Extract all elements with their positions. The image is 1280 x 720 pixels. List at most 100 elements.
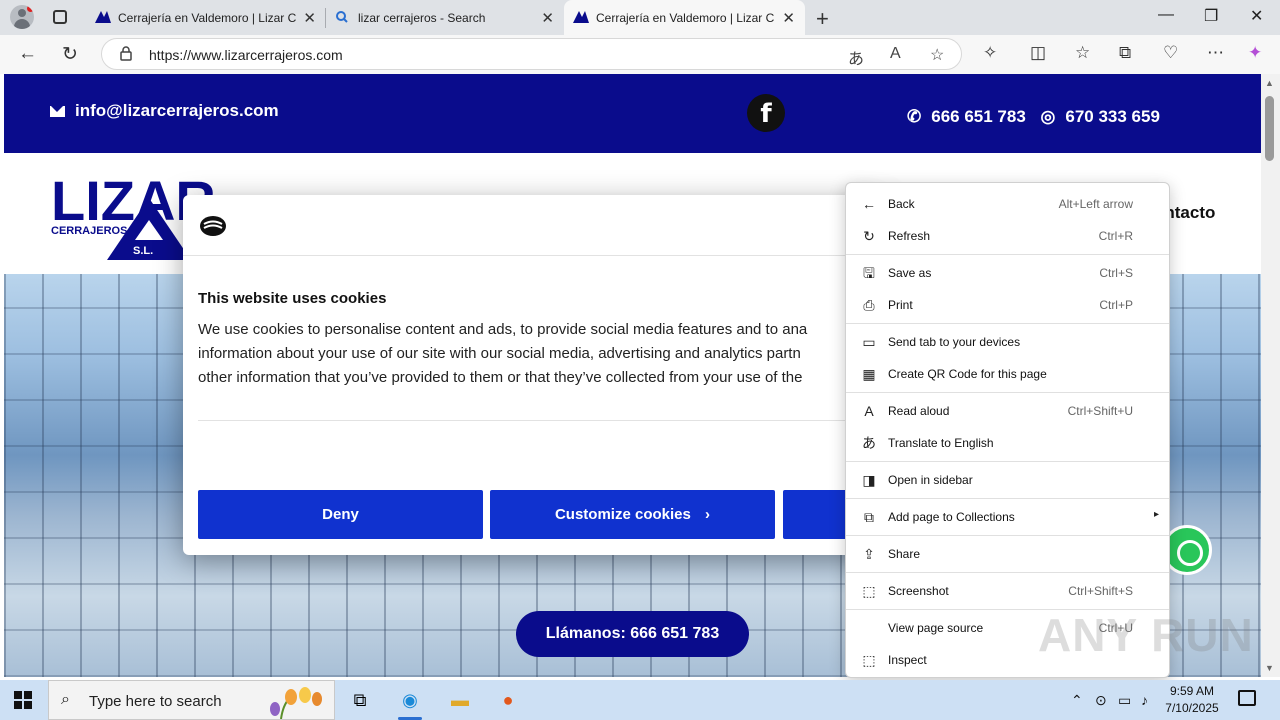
read-aloud-icon[interactable]: A (890, 45, 901, 63)
menu-item-add-to-collections[interactable]: ⧉ Add page to Collections ▸ (846, 502, 1169, 532)
context-menu: ← Back Alt+Left arrow ↻ Refresh Ctrl+R 🖫… (845, 182, 1170, 678)
customize-cookies-button[interactable]: Customize cookies › (490, 490, 775, 539)
menu-item-refresh[interactable]: ↻ Refresh Ctrl+R (846, 221, 1169, 251)
url-text[interactable]: https://www.lizarcerrajeros.com (149, 47, 343, 63)
cookie-description: We use cookies to personalise content an… (198, 318, 878, 390)
menu-item-screenshot[interactable]: ⬚ Screenshot Ctrl+Shift+S (846, 576, 1169, 606)
menu-item-qr-code[interactable]: ▦ Create QR Code for this page (846, 359, 1169, 389)
menu-item-save-as[interactable]: 🖫 Save as Ctrl+S (846, 258, 1169, 288)
taskbar-search-placeholder: Type here to search (89, 693, 222, 710)
tab-1[interactable]: Cerrajería en Valdemoro | Lizar Ce ✕ (86, 0, 326, 35)
facebook-icon[interactable]: f (747, 94, 785, 132)
screenshot-icon: ⬚ (862, 583, 876, 599)
task-view-icon[interactable]: ⧉ (340, 685, 380, 715)
menu-label: Send tab to your devices (888, 335, 1021, 349)
menu-label: Screenshot (888, 584, 949, 598)
file-explorer-icon[interactable]: ▬ (440, 685, 480, 715)
address-bar[interactable]: https://www.lizarcerrajeros.com あ A ☆ (101, 38, 962, 70)
site-top-bar: info@lizarcerrajeros.com f ✆ 666 651 783 … (4, 74, 1261, 153)
tab-3-active[interactable]: Cerrajería en Valdemoro | Lizar Ce ✕ (564, 0, 805, 35)
tab-close-icon[interactable]: ✕ (541, 9, 554, 27)
save-as-icon: 🖫 (863, 265, 875, 281)
menu-shortcut: Ctrl+Shift+S (1068, 584, 1133, 598)
new-tab-button[interactable]: + (816, 6, 829, 32)
send-tab-icon: ▭ (862, 334, 876, 350)
restore-button[interactable]: ❐ (1204, 6, 1218, 26)
menu-label: Share (888, 547, 921, 561)
edge-taskbar-icon[interactable]: ◉ (390, 685, 430, 720)
browser-essentials-icon[interactable]: ♡ (1163, 43, 1178, 63)
tab-actions-icon[interactable] (50, 8, 70, 26)
menu-label: Print (888, 298, 913, 312)
tab-2[interactable]: lizar cerrajeros - Search ✕ (326, 0, 564, 35)
more-menu-icon[interactable]: ⋯ (1207, 43, 1224, 63)
firefox-icon[interactable]: ● (488, 685, 528, 715)
back-button[interactable]: ← (18, 43, 37, 65)
phone-numbers: ✆ 666 651 783 ◎ 670 333 659 (907, 107, 1170, 127)
refresh-icon: ↻ (863, 228, 875, 244)
cookie-consent-dialog: This website uses cookies We use cookies… (183, 195, 883, 555)
menu-shortcut: Ctrl+P (1099, 298, 1133, 312)
favorite-star-icon[interactable]: ☆ (930, 45, 944, 65)
menu-label: Refresh (888, 229, 931, 243)
tray-device-icon[interactable]: ⊙ (1095, 692, 1107, 709)
browser-toolbar: ← ↻ https://www.lizarcerrajeros.com あ A … (0, 35, 1280, 74)
windows-start-icon[interactable] (14, 691, 32, 709)
email-contact[interactable]: info@lizarcerrajeros.com (50, 101, 279, 121)
minimize-button[interactable]: — (1158, 6, 1174, 24)
collections-icon: ⧉ (864, 509, 874, 525)
page-scrollbar[interactable]: ▲ ▼ (1261, 74, 1280, 677)
tab-strip: Cerrajería en Valdemoro | Lizar Ce ✕ liz… (0, 0, 1280, 35)
lizar-favicon-icon (573, 11, 589, 23)
deny-button[interactable]: Deny (198, 490, 483, 539)
profile-avatar-icon[interactable] (10, 5, 34, 29)
submenu-arrow-icon: ▸ (1153, 509, 1159, 520)
customize-label: Customize cookies (554, 506, 691, 523)
menu-item-send-tab[interactable]: ▭ Send tab to your devices (846, 327, 1169, 357)
menu-item-print[interactable]: ⎙ Print Ctrl+P (846, 290, 1169, 320)
menu-item-back[interactable]: ← Back Alt+Left arrow (846, 189, 1169, 219)
cookie-title: This website uses cookies (198, 290, 387, 307)
menu-item-share[interactable]: ⇪ Share (846, 539, 1169, 569)
menu-label: View page source (888, 621, 984, 635)
refresh-button[interactable]: ↻ (62, 43, 78, 66)
notifications-icon[interactable] (1238, 690, 1256, 706)
phone-2[interactable]: 670 333 659 (1065, 107, 1160, 126)
inspect-icon: ⬚ (862, 652, 876, 668)
tab-close-icon[interactable]: ✕ (782, 9, 795, 27)
phone-icon: ✆ (907, 107, 922, 126)
phone-1[interactable]: 666 651 783 (931, 107, 1026, 126)
scrollbar-thumb[interactable] (1265, 96, 1274, 161)
menu-shortcut: Ctrl+Shift+U (1067, 404, 1133, 418)
menu-item-read-aloud[interactable]: A Read aloud Ctrl+Shift+U (846, 396, 1169, 426)
cookie-text-line: information about your use of our site w… (198, 345, 801, 362)
scroll-up-arrow-icon[interactable]: ▲ (1265, 78, 1274, 88)
close-window-button[interactable]: ✕ (1250, 6, 1263, 26)
sidebar-icon: ◨ (862, 472, 876, 488)
extensions-icon[interactable]: ✧ (983, 43, 997, 63)
search-icon: ⌕ (61, 691, 70, 708)
menu-label: Translate to English (888, 436, 994, 450)
lizar-favicon-icon (95, 11, 111, 23)
call-us-button[interactable]: Llámanos: 666 651 783 (516, 611, 749, 657)
email-text[interactable]: info@lizarcerrajeros.com (75, 101, 279, 121)
tab-close-icon[interactable]: ✕ (303, 9, 316, 27)
taskbar-search-box[interactable]: ⌕ Type here to search (48, 680, 335, 720)
translate-icon[interactable]: あ (848, 45, 864, 69)
collections-icon[interactable]: ⧉ (1119, 43, 1131, 63)
menu-item-translate[interactable]: あ Translate to English (846, 428, 1169, 458)
tray-overflow-icon[interactable]: ⌃ (1071, 692, 1083, 709)
copilot-icon[interactable]: ✦ (1248, 43, 1262, 63)
volume-icon[interactable]: ♪ (1141, 692, 1148, 708)
favorites-icon[interactable]: ☆ (1075, 43, 1090, 63)
menu-item-open-in-sidebar[interactable]: ◨ Open in sidebar (846, 465, 1169, 495)
tab-title: Cerrajería en Valdemoro | Lizar Ce (118, 11, 296, 25)
menu-label: Open in sidebar (888, 473, 973, 487)
taskbar-clock[interactable]: 9:59 AM 7/10/2025 (1162, 683, 1222, 717)
network-icon[interactable]: ▭ (1118, 692, 1131, 709)
menu-label: Save as (888, 266, 932, 280)
scroll-down-arrow-icon[interactable]: ▼ (1265, 663, 1274, 673)
chevron-right-icon: › (705, 506, 711, 523)
clock-time: 9:59 AM (1169, 684, 1215, 698)
split-screen-icon[interactable]: ◫ (1030, 43, 1046, 63)
